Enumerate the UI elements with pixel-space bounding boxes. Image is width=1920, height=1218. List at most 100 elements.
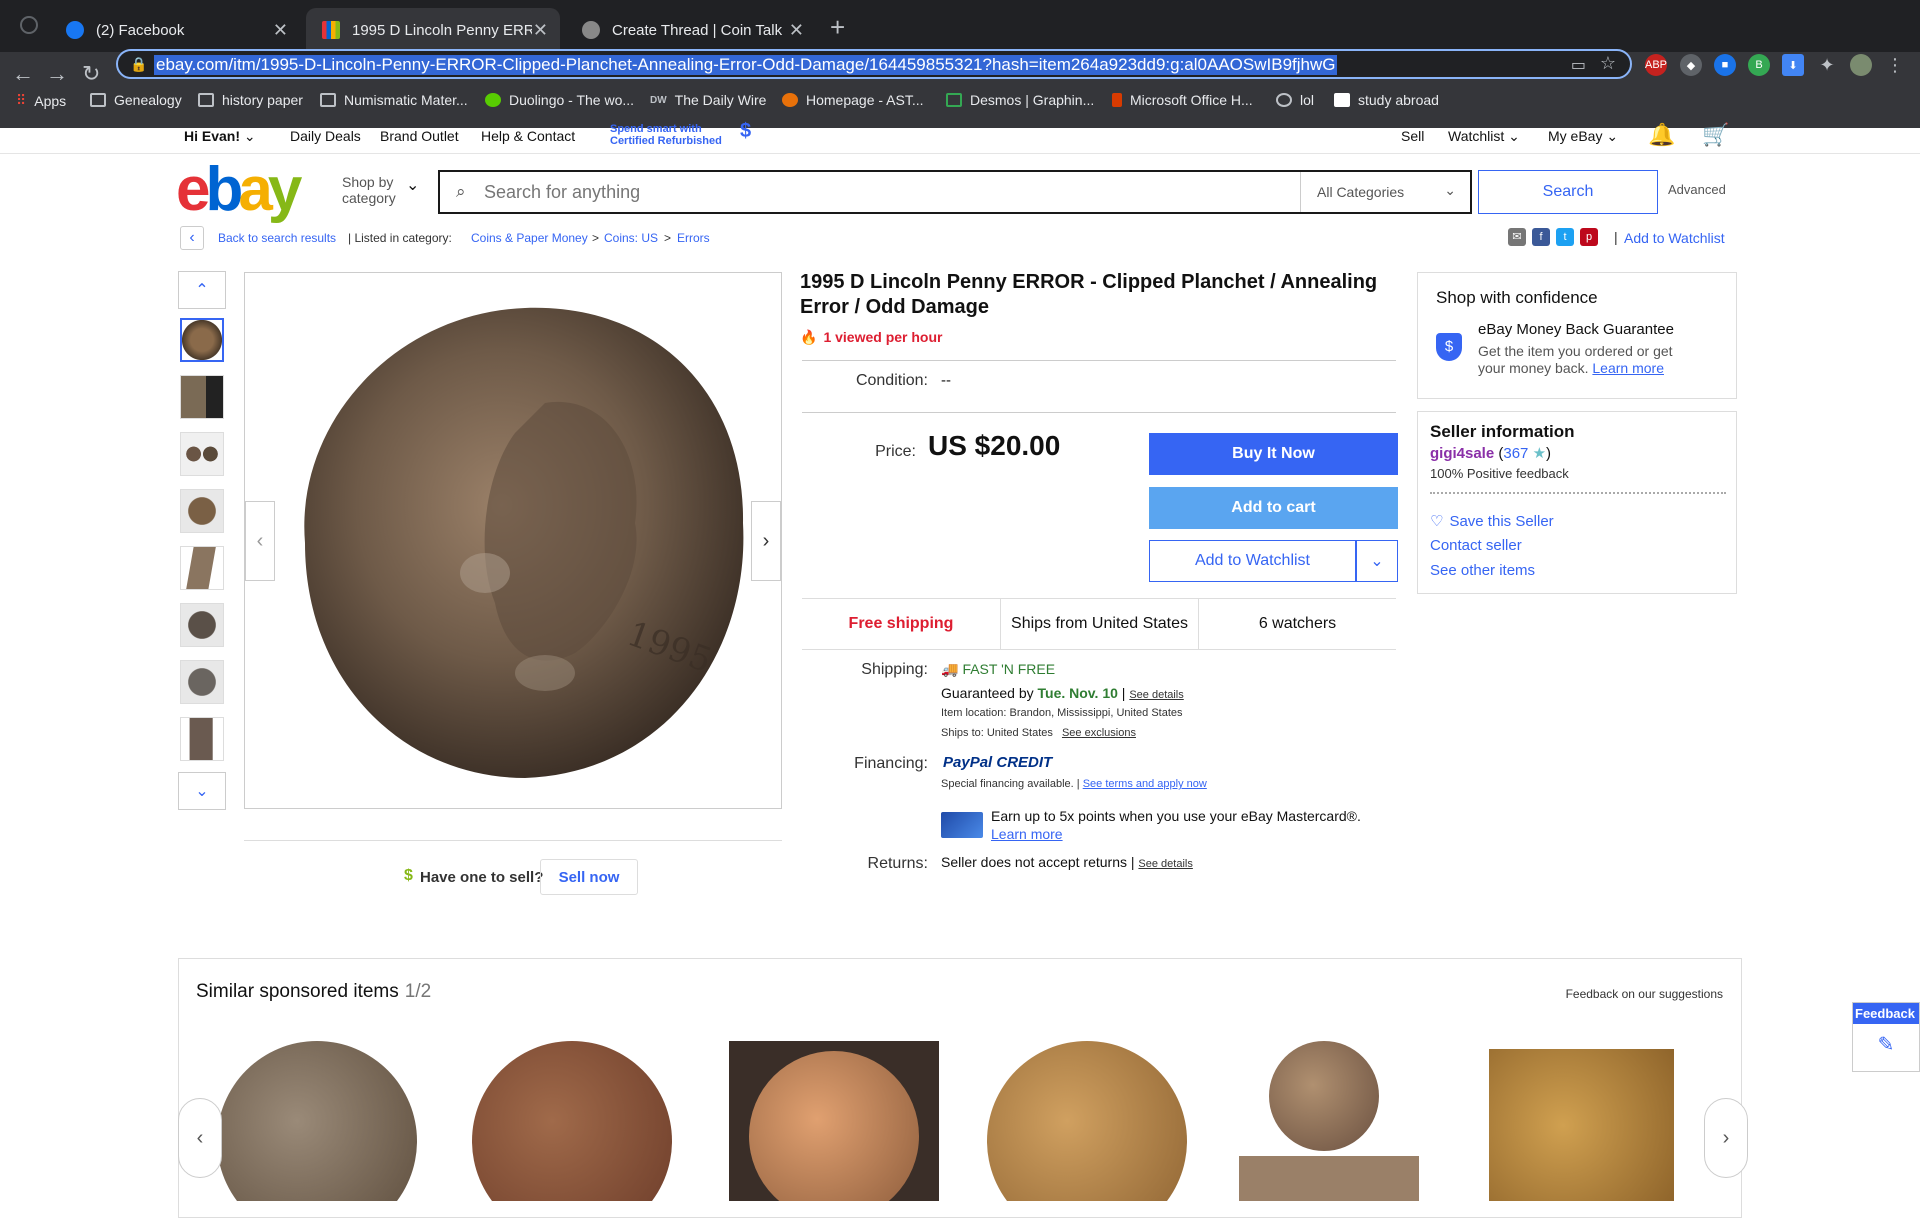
similar-item[interactable] <box>979 1041 1189 1201</box>
bookmark-folder[interactable]: Genealogy <box>90 92 182 108</box>
similar-item[interactable] <box>1239 1041 1449 1201</box>
facebook-icon[interactable]: f <box>1532 228 1550 246</box>
tab-facebook[interactable]: (2) Facebook ✕ <box>50 8 300 52</box>
bookmark-study-abroad[interactable]: study abroad <box>1334 92 1439 108</box>
tab-coin-talk[interactable]: Create Thread | Coin Talk ✕ <box>566 8 816 52</box>
advanced-search-link[interactable]: Advanced <box>1668 182 1726 197</box>
breadcrumb-coins-paper-money[interactable]: Coins & Paper Money <box>471 231 588 245</box>
see-terms-link[interactable]: See terms and apply now <box>1083 778 1207 790</box>
thumbnail[interactable] <box>180 489 224 533</box>
shop-by-category[interactable]: Shop by category ⌄ <box>342 174 419 206</box>
daily-deals-link[interactable]: Daily Deals <box>290 128 361 144</box>
extension-icon[interactable]: ■ <box>1714 54 1736 76</box>
my-ebay-menu[interactable]: My eBay ⌄ <box>1548 128 1618 145</box>
add-to-watchlist-button[interactable]: Add to Watchlist <box>1149 540 1356 582</box>
back-to-results-link[interactable]: Back to search results <box>218 231 336 245</box>
close-icon[interactable]: ✕ <box>273 20 288 41</box>
cast-icon[interactable]: ▭ <box>1571 55 1586 75</box>
bookmark-daily-wire[interactable]: DW The Daily Wire <box>650 92 766 108</box>
reload-icon[interactable]: ↻ <box>82 61 100 87</box>
bookmark-desmos[interactable]: Desmos | Graphin... <box>946 92 1094 108</box>
greeting-menu[interactable]: Hi Evan! ⌄ <box>184 128 256 145</box>
add-to-cart-button[interactable]: Add to cart <box>1149 487 1398 529</box>
bookmark-lol[interactable]: lol <box>1276 92 1314 108</box>
returns-details-link[interactable]: See details <box>1138 858 1192 870</box>
bookmark-apps[interactable]: ⠿ Apps <box>16 92 66 109</box>
address-bar[interactable]: 🔒 ebay.com/itm/1995-D-Lincoln-Penny-ERRO… <box>116 49 1632 79</box>
thumbnail[interactable] <box>180 717 224 761</box>
thumbnail[interactable] <box>180 603 224 647</box>
extension-icon[interactable]: ◆ <box>1680 54 1702 76</box>
chevron-down-icon[interactable]: ⌄ <box>1356 540 1398 582</box>
bookmark-folder[interactable]: Numismatic Mater... <box>320 92 468 108</box>
puzzle-icon[interactable]: ✦ <box>1816 54 1838 76</box>
contact-seller-link[interactable]: Contact seller <box>1430 537 1522 554</box>
thumbnail[interactable] <box>180 318 224 362</box>
close-icon[interactable]: ✕ <box>533 20 548 41</box>
chevron-right-icon[interactable]: › <box>1704 1098 1748 1178</box>
tab-ebay-item[interactable]: 1995 D Lincoln Penny ERROR - ✕ <box>306 8 560 52</box>
see-other-items-link[interactable]: See other items <box>1430 562 1535 579</box>
bookmark-office[interactable]: Microsoft Office H... <box>1112 92 1253 108</box>
download-icon[interactable]: ⬇ <box>1782 54 1804 76</box>
bookmark-folder[interactable]: history paper <box>198 92 303 108</box>
certified-refurbished-promo[interactable]: Spend smart with Certified Refurbished $ <box>610 121 760 151</box>
save-seller-link[interactable]: ♡ Save this Seller <box>1430 512 1554 530</box>
sell-link[interactable]: Sell <box>1401 128 1424 144</box>
see-details-link[interactable]: See details <box>1129 689 1183 701</box>
chevron-left-icon[interactable]: ‹ <box>178 1098 222 1178</box>
bookmark-homepage[interactable]: Homepage - AST... <box>782 92 924 108</box>
pinterest-icon[interactable]: p <box>1580 228 1598 246</box>
similar-item[interactable] <box>729 1041 939 1201</box>
chevron-right-icon[interactable]: › <box>751 501 781 581</box>
breadcrumb-errors[interactable]: Errors <box>677 231 710 245</box>
homepage-icon <box>782 93 798 107</box>
search-input[interactable]: Search for anything <box>484 182 640 203</box>
feedback-suggestions-link[interactable]: Feedback on our suggestions <box>1566 987 1723 1001</box>
thumbnail[interactable] <box>180 375 224 419</box>
close-icon[interactable]: ✕ <box>789 20 804 41</box>
chevron-left-icon[interactable]: ‹ <box>245 501 275 581</box>
similar-item[interactable] <box>464 1041 674 1201</box>
mastercard-icon <box>941 812 983 838</box>
cart-icon[interactable]: 🛒 <box>1702 122 1729 148</box>
thumbnail[interactable] <box>180 660 224 704</box>
chevron-down-icon[interactable]: ⌄ <box>178 772 226 810</box>
bookmark-duolingo[interactable]: Duolingo - The wo... <box>485 92 634 108</box>
twitter-icon[interactable]: t <box>1556 228 1574 246</box>
search-button[interactable]: Search <box>1478 170 1658 214</box>
similar-item[interactable] <box>1489 1041 1699 1201</box>
chevron-up-icon[interactable]: ⌃ <box>178 271 226 309</box>
category-select[interactable]: All Categories ⌄ <box>1300 172 1470 212</box>
chevron-left-icon[interactable]: ‹ <box>180 226 204 250</box>
sell-now-button[interactable]: Sell now <box>540 859 638 895</box>
new-tab-icon[interactable]: + <box>830 12 845 43</box>
menu-icon[interactable]: ⋮ <box>1884 54 1906 76</box>
bell-icon[interactable]: 🔔 <box>1648 122 1675 148</box>
seller-name-link[interactable]: gigi4sale <box>1430 445 1494 462</box>
main-item-image[interactable]: 1995 ‹ › <box>244 272 782 809</box>
avatar[interactable] <box>1850 54 1872 76</box>
thumbnail[interactable] <box>180 432 224 476</box>
learn-more-link[interactable]: Learn more <box>991 826 1063 842</box>
email-icon[interactable]: ✉ <box>1508 228 1526 246</box>
adblock-icon[interactable]: ABP <box>1645 54 1667 76</box>
help-contact-link[interactable]: Help & Contact <box>481 128 575 144</box>
see-exclusions-link[interactable]: See exclusions <box>1062 727 1136 739</box>
add-to-watchlist-link[interactable]: Add to Watchlist <box>1624 230 1725 246</box>
forward-icon[interactable]: → <box>46 61 68 87</box>
learn-more-link[interactable]: Learn more <box>1592 360 1664 376</box>
feedback-score-link[interactable]: 367 <box>1503 445 1528 462</box>
back-icon[interactable]: ← <box>12 61 34 87</box>
ebay-logo[interactable]: ebay <box>176 159 302 221</box>
thumbnail[interactable] <box>180 546 224 590</box>
watchlist-menu[interactable]: Watchlist ⌄ <box>1448 128 1520 145</box>
feedback-tab[interactable]: Feedback ✎ <box>1852 1002 1920 1072</box>
extension-icon[interactable]: B <box>1748 54 1770 76</box>
url-text[interactable]: ebay.com/itm/1995-D-Lincoln-Penny-ERROR-… <box>154 55 1338 75</box>
similar-item[interactable] <box>209 1041 419 1201</box>
brand-outlet-link[interactable]: Brand Outlet <box>380 128 459 144</box>
buy-it-now-button[interactable]: Buy It Now <box>1149 433 1398 475</box>
star-icon[interactable]: ☆ <box>1600 53 1616 74</box>
breadcrumb-coins-us[interactable]: Coins: US <box>604 231 658 245</box>
